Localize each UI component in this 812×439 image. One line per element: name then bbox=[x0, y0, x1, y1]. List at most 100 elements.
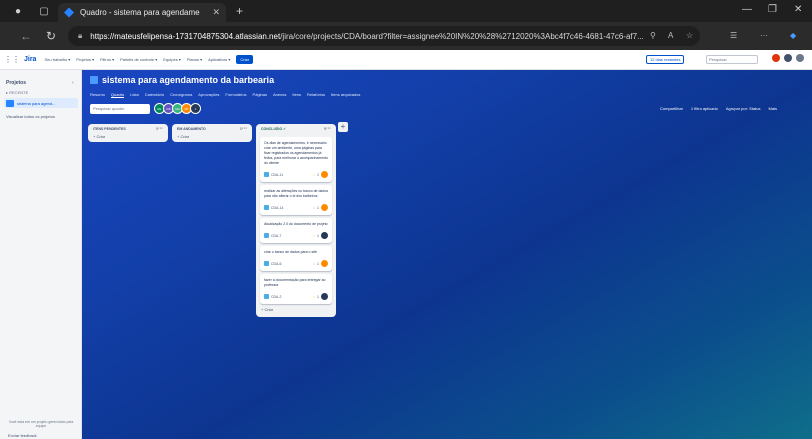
board-actions: Compartilhar 1 filtro aplicado Agrupar p… bbox=[660, 106, 777, 111]
minimize-icon[interactable]: — bbox=[742, 4, 752, 15]
sidebar-item-project[interactable]: sistema para agend... bbox=[4, 98, 78, 108]
priority-icon: = bbox=[312, 172, 316, 177]
story-points: 1 bbox=[317, 233, 319, 238]
tab-actions-icon[interactable]: ▢ bbox=[36, 3, 52, 19]
view-tabs: Resumo Quadro Lista Calendário Cronogram… bbox=[90, 92, 360, 98]
project-avatar-icon bbox=[90, 76, 98, 84]
column-header[interactable]: ITENS PENDENTES 0 ··· bbox=[88, 124, 168, 134]
filter-button[interactable]: 1 filtro aplicado bbox=[691, 106, 718, 111]
task-type-icon bbox=[264, 233, 269, 238]
more-menu-icon[interactable]: ··· bbox=[760, 31, 768, 40]
create-button[interactable]: Criar bbox=[236, 55, 254, 64]
board-search-input[interactable]: Pesquisar quadro bbox=[90, 104, 150, 114]
project-icon bbox=[6, 99, 14, 107]
profile-icon[interactable]: ● bbox=[10, 3, 26, 19]
issue-key[interactable]: CDA-2 bbox=[271, 295, 313, 299]
nav-dashboards[interactable]: Painéis de controle ▾ bbox=[120, 57, 157, 62]
tab-pages[interactable]: Páginas bbox=[253, 92, 267, 98]
view-all-projects-link[interactable]: Visualizar todos os projetos bbox=[6, 114, 55, 119]
task-type-icon bbox=[264, 172, 269, 177]
column-name: ITENS PENDENTES bbox=[93, 127, 126, 131]
tab-archived[interactable]: Itens arquivados bbox=[331, 92, 360, 98]
jira-favicon-icon bbox=[64, 7, 74, 18]
tab-calendar[interactable]: Calendário bbox=[145, 92, 164, 98]
nav-your-work[interactable]: Seu trabalho ▾ bbox=[44, 57, 70, 62]
avatar[interactable]: J bbox=[190, 103, 201, 114]
assignee-avatar[interactable] bbox=[321, 260, 328, 267]
trial-badge[interactable]: 12 dias restantes bbox=[646, 55, 685, 64]
column-header[interactable]: EM ANDAMENTO 0 ··· bbox=[172, 124, 252, 134]
column-more-icon[interactable]: ··· bbox=[158, 126, 163, 132]
feedback-link[interactable]: Enviar feedback bbox=[8, 433, 37, 438]
group-by-button[interactable]: Agrupar por: Status bbox=[726, 106, 761, 111]
maximize-icon[interactable]: ❐ bbox=[768, 4, 777, 15]
sidebar-footer-note: Você está em um projeto gerenciado pela … bbox=[8, 420, 74, 428]
more-button[interactable]: Mais bbox=[769, 106, 777, 111]
issue-card[interactable]: realizar as alterações no banco de dados… bbox=[260, 185, 332, 215]
column-in-progress: EM ANDAMENTO 0 ··· + Criar bbox=[172, 124, 252, 142]
assignee-avatar[interactable] bbox=[321, 232, 328, 239]
close-window-icon[interactable]: ✕ bbox=[794, 4, 802, 15]
issue-key[interactable]: CDA-7 bbox=[271, 234, 313, 238]
page-title: sistema para agendamento da barbearia bbox=[102, 75, 275, 85]
create-issue-button[interactable]: + Criar bbox=[88, 134, 168, 142]
issue-key[interactable]: CDA-11 bbox=[271, 173, 313, 177]
tab-forms[interactable]: Formulários bbox=[225, 92, 246, 98]
app-switcher-icon[interactable]: ⋮⋮ bbox=[4, 55, 20, 64]
story-points: 1 bbox=[317, 294, 319, 299]
create-issue-button[interactable]: + Criar bbox=[256, 307, 336, 317]
tab-summary[interactable]: Resumo bbox=[90, 92, 105, 98]
tab-list[interactable]: Lista bbox=[130, 92, 138, 98]
tab-timeline[interactable]: Cronograma bbox=[170, 92, 192, 98]
column-more-icon[interactable]: ··· bbox=[326, 126, 331, 132]
tab-approvals[interactable]: Aprovações bbox=[198, 92, 219, 98]
share-button[interactable]: Compartilhar bbox=[660, 106, 683, 111]
tab-board[interactable]: Quadro bbox=[110, 92, 125, 98]
read-aloud-icon[interactable]: A bbox=[668, 31, 673, 40]
notifications-icon[interactable] bbox=[772, 54, 780, 62]
issue-card[interactable]: Atualização 2.0 do documento de projeto … bbox=[260, 218, 332, 243]
jira-logo[interactable]: Jira bbox=[24, 56, 36, 63]
column-more-icon[interactable]: ··· bbox=[242, 126, 247, 132]
nav-plans[interactable]: Planos ▾ bbox=[187, 57, 202, 62]
story-points: 1 bbox=[317, 205, 319, 210]
assignee-avatar[interactable] bbox=[321, 204, 328, 211]
browser-tab[interactable]: Quadro - sistema para agendame ✕ bbox=[58, 3, 226, 22]
column-header[interactable]: CONCLUÍDO ✓ 5 ··· bbox=[256, 124, 336, 134]
issue-key[interactable]: CDA-6 bbox=[271, 262, 313, 266]
nav-projects[interactable]: Projetos ▾ bbox=[76, 57, 94, 62]
settings-icon[interactable] bbox=[796, 54, 804, 62]
zoom-icon[interactable]: ⚲ bbox=[650, 31, 656, 40]
issue-key[interactable]: CDA-14 bbox=[271, 206, 313, 210]
reload-icon[interactable]: ↻ bbox=[46, 29, 56, 43]
issue-summary: criar o banco de dados para o site bbox=[264, 250, 317, 254]
issue-card[interactable]: fazer a documentação para entregar ao pr… bbox=[260, 274, 332, 304]
issue-summary: Atualização 2.0 do documento de projeto bbox=[264, 222, 328, 226]
help-icon[interactable] bbox=[784, 54, 792, 62]
new-tab-icon[interactable]: + bbox=[236, 4, 243, 18]
tab-reports[interactable]: Relatórios bbox=[307, 92, 325, 98]
issue-card[interactable]: criar o banco de dados para o site CDA-6… bbox=[260, 246, 332, 271]
create-issue-button[interactable]: + Criar bbox=[172, 134, 252, 142]
tab-attachments[interactable]: Anexos bbox=[273, 92, 286, 98]
close-tab-icon[interactable]: ✕ bbox=[212, 7, 220, 18]
tab-items[interactable]: Itens bbox=[292, 92, 301, 98]
add-column-button[interactable]: + bbox=[338, 122, 348, 132]
favorite-star-icon[interactable]: ☆ bbox=[686, 31, 693, 40]
issue-summary: fazer a documentação para entregar ao pr… bbox=[264, 278, 326, 287]
issue-card[interactable]: Os dias de agendamentos, é necessário cr… bbox=[260, 137, 332, 182]
priority-icon: = bbox=[312, 261, 316, 266]
nav-apps[interactable]: Aplicativos ▾ bbox=[208, 57, 230, 62]
nav-filters[interactable]: Filtros ▾ bbox=[100, 57, 114, 62]
url-input[interactable]: 🔒︎ https://mateusfelipensa-1731704875304… bbox=[68, 26, 700, 46]
assignee-avatar[interactable] bbox=[321, 171, 328, 178]
board-area: sistema para agendamento da barbearia Re… bbox=[82, 70, 812, 439]
copilot-icon[interactable]: ◆ bbox=[790, 31, 796, 40]
back-icon[interactable]: ← bbox=[20, 29, 32, 43]
collapse-sidebar-icon[interactable]: ‹ bbox=[72, 80, 74, 86]
nav-teams[interactable]: Equipes ▾ bbox=[163, 57, 181, 62]
global-search-input[interactable]: Pesquisar bbox=[706, 55, 758, 64]
assignee-avatar[interactable] bbox=[321, 293, 328, 300]
favorites-bar-icon[interactable]: ☰ bbox=[730, 31, 737, 40]
sidebar-recent[interactable]: ▸ RECENTE bbox=[6, 90, 28, 95]
